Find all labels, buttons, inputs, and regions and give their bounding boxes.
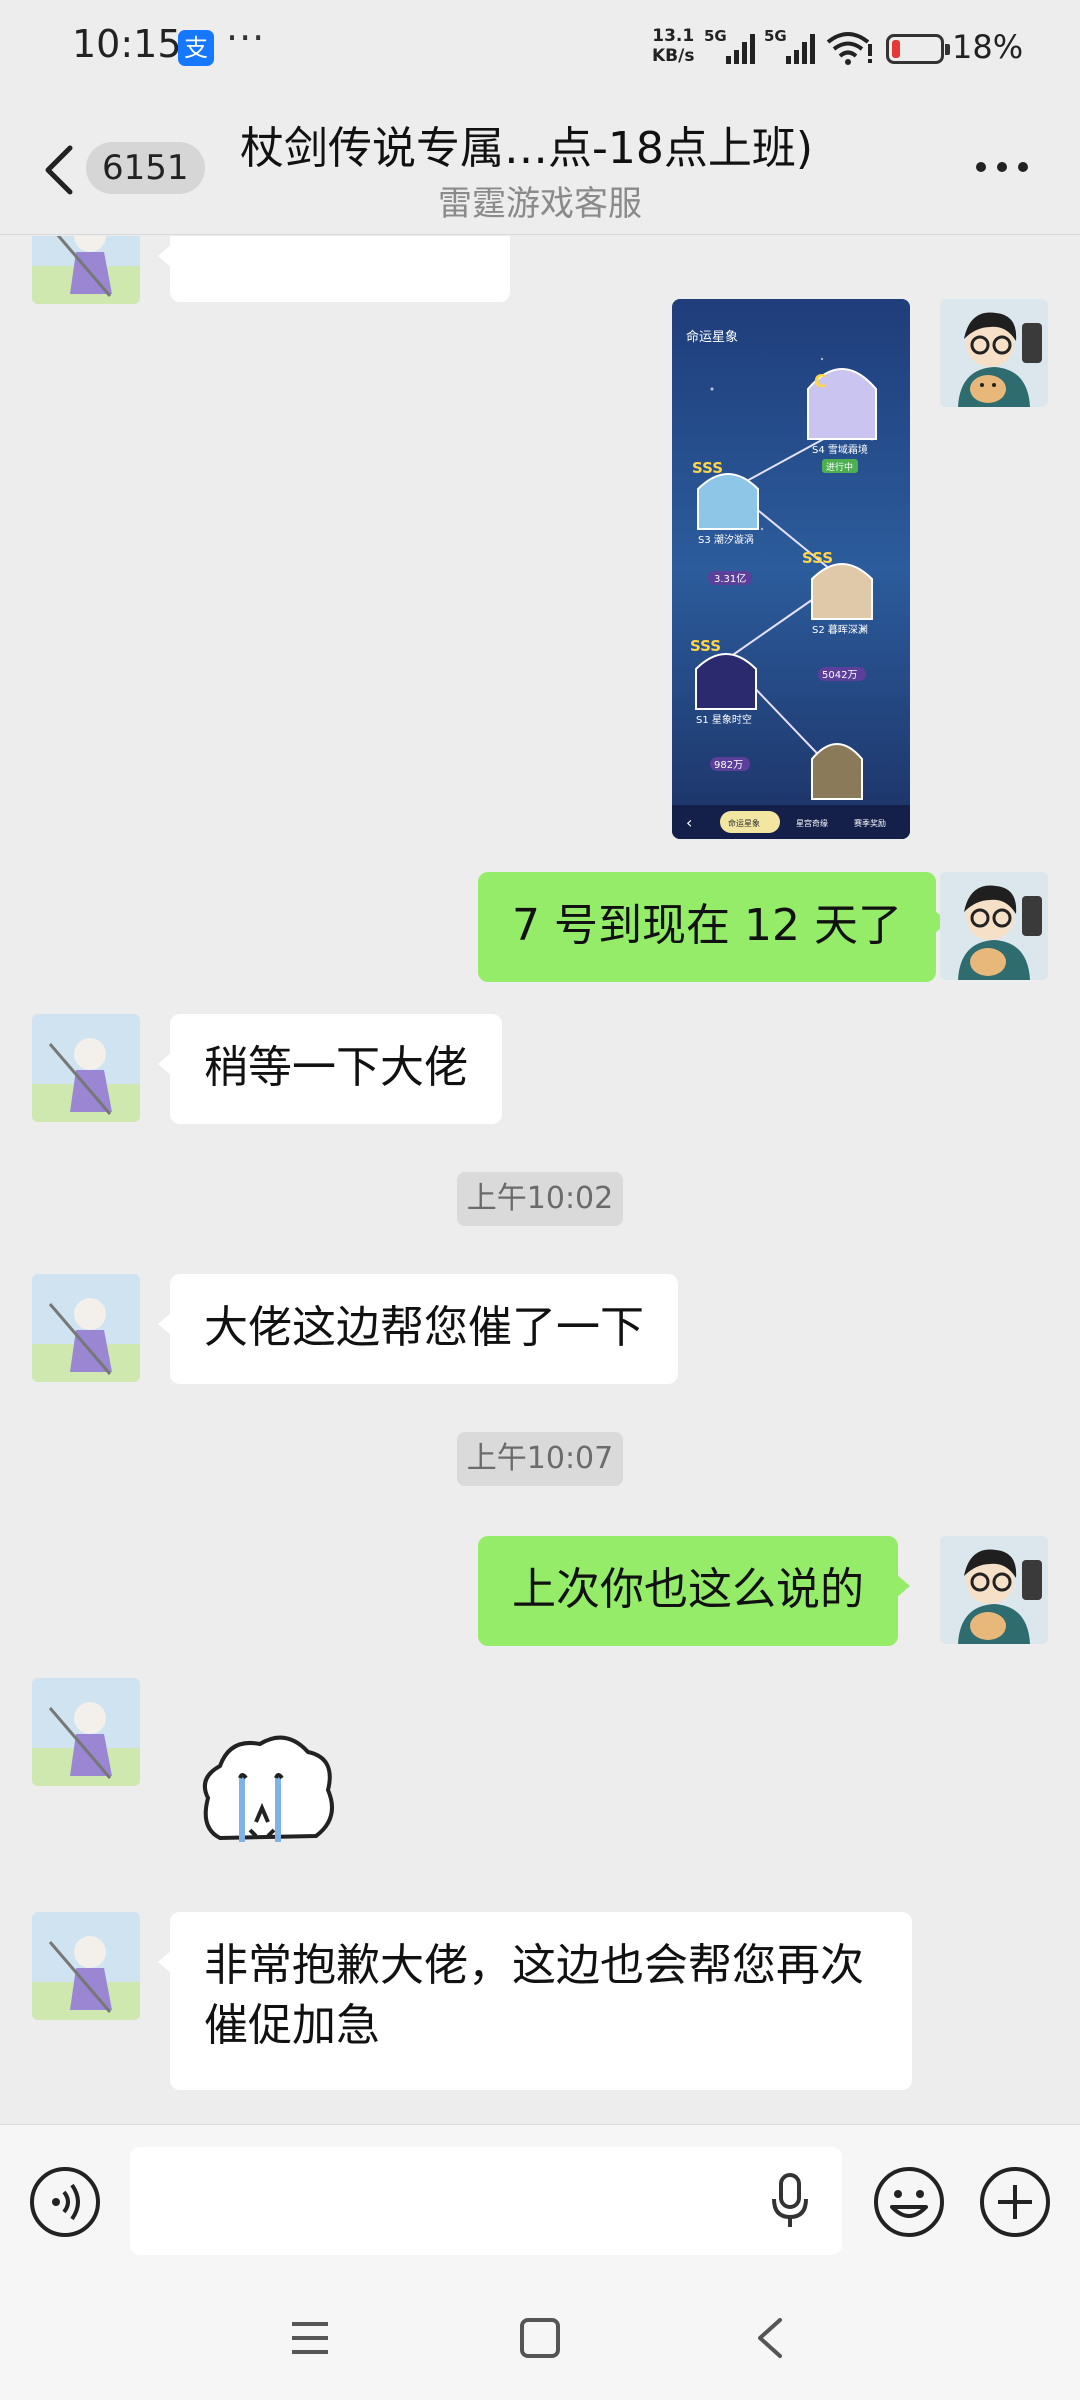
screenshot-heading: 命运星象: [686, 329, 738, 345]
voice-mode-button[interactable]: [28, 2165, 102, 2239]
screenshot-stage-amount: 5042万: [822, 670, 857, 681]
battery-percent: 18%: [952, 28, 1024, 66]
emoji-button[interactable]: [872, 2165, 946, 2239]
outgoing-message-bubble[interactable]: 上次你也这么说的: [478, 1536, 910, 1646]
dot-icon: [997, 162, 1007, 172]
plus-icon: [980, 2167, 1050, 2237]
more-notifications-icon: ···: [226, 16, 266, 60]
message-input-bar: [0, 2124, 1080, 2274]
system-navigation-bar: [0, 2274, 1080, 2400]
screenshot-tab: 命运星象: [728, 818, 760, 828]
voice-icon: [30, 2167, 100, 2237]
agent-avatar[interactable]: [32, 1678, 140, 1786]
screenshot-stage-name: S2 暮晖深渊: [812, 623, 868, 636]
screenshot-stage-amount: 982万: [714, 760, 743, 771]
back-button[interactable]: [40, 140, 80, 200]
menu-icon: [292, 2322, 328, 2354]
sent-screenshot-image[interactable]: 命运星象 C S4 雪域霜境 进行中 SSS S3 潮汐漩涡 3.31亿 SSS…: [672, 299, 910, 839]
chat-header: 6151 杖剑传说专属…点-18点上班) 雷霆游戏客服: [0, 100, 1080, 235]
screenshot-stage-name: S1 星象时空: [696, 713, 752, 726]
message-bubble-partial[interactable]: [158, 236, 510, 302]
signal-label: 5G: [704, 28, 727, 45]
more-functions-button[interactable]: [978, 2165, 1052, 2239]
system-back-button[interactable]: [752, 2314, 788, 2362]
dot-icon: [976, 162, 986, 172]
network-speed-value: 13.1: [652, 26, 695, 46]
status-bar: 10:15 支 ··· 13.1 KB/s 5G 5G 18%: [0, 0, 1080, 100]
crying-dog-sticker[interactable]: [190, 1718, 350, 1868]
battery-icon: [886, 34, 950, 64]
clock: 10:15: [72, 22, 182, 66]
alipay-notification-icon: 支: [178, 30, 214, 66]
screenshot-stage-rank: SSS: [802, 549, 833, 567]
screenshot-stage-rank: SSS: [690, 637, 721, 655]
screenshot-tab: 星宫奇缘: [796, 818, 828, 828]
signal-icon: 5G: [704, 27, 760, 72]
chevron-left-icon: [758, 2318, 782, 2358]
screenshot-tab: 赛季奖励: [854, 818, 886, 828]
chevron-left-icon: [45, 145, 73, 195]
message-text-input[interactable]: [130, 2147, 842, 2255]
agent-avatar[interactable]: [32, 1274, 140, 1382]
user-avatar[interactable]: [940, 1536, 1048, 1644]
square-icon: [520, 2318, 560, 2358]
smiley-icon: [874, 2167, 944, 2237]
wifi-icon: [826, 30, 874, 70]
unread-count-badge[interactable]: 6151: [86, 142, 205, 194]
microphone-icon[interactable]: [770, 2173, 810, 2229]
screenshot-stage-amount: 3.31亿: [714, 572, 746, 585]
incoming-message-bubble[interactable]: 非常抱歉大佬，这边也会帮您再次催促加急: [158, 1912, 912, 2090]
recent-apps-button[interactable]: [288, 2318, 332, 2358]
signal-icon-2: 5G: [764, 27, 820, 72]
agent-avatar[interactable]: [32, 1912, 140, 2020]
screenshot-stage-name: S3 潮汐漩涡: [698, 533, 754, 546]
screenshot-badge: C: [814, 371, 827, 392]
dot-icon: [1018, 162, 1028, 172]
svg-text:‹: ‹: [686, 813, 692, 832]
message-timestamp: 上午10:02: [457, 1172, 623, 1226]
user-avatar[interactable]: [940, 872, 1048, 980]
outgoing-message-bubble[interactable]: 7 号到现在 12 天了: [478, 872, 948, 982]
chat-message-list[interactable]: 命运星象 C S4 雪域霜境 进行中 SSS S3 潮汐漩涡 3.31亿 SSS…: [0, 236, 1080, 2124]
incoming-message-bubble[interactable]: 稍等一下大佬: [158, 1014, 502, 1124]
agent-avatar[interactable]: [32, 1014, 140, 1122]
screenshot-top-stage: S4 雪域霜境: [812, 443, 868, 456]
signal-label-2: 5G: [764, 28, 787, 45]
more-options-button[interactable]: [972, 150, 1032, 186]
screenshot-top-stage-status: 进行中: [826, 461, 853, 473]
screenshot-stage-rank: SSS: [692, 459, 723, 477]
battery-level: [892, 40, 900, 58]
message-timestamp: 上午10:07: [457, 1432, 623, 1486]
agent-avatar[interactable]: [32, 236, 140, 304]
home-button[interactable]: [518, 2316, 562, 2360]
network-speed-unit: KB/s: [652, 46, 695, 66]
user-avatar-image: [940, 299, 1048, 407]
chat-subtitle: 雷霆游戏客服: [438, 184, 642, 224]
chat-title: 杖剑传说专属…点-18点上班): [240, 123, 814, 174]
user-avatar[interactable]: [940, 299, 1048, 407]
network-speed: 13.1 KB/s: [652, 26, 694, 66]
incoming-message-bubble[interactable]: 大佬这边帮您催了一下: [158, 1274, 678, 1384]
